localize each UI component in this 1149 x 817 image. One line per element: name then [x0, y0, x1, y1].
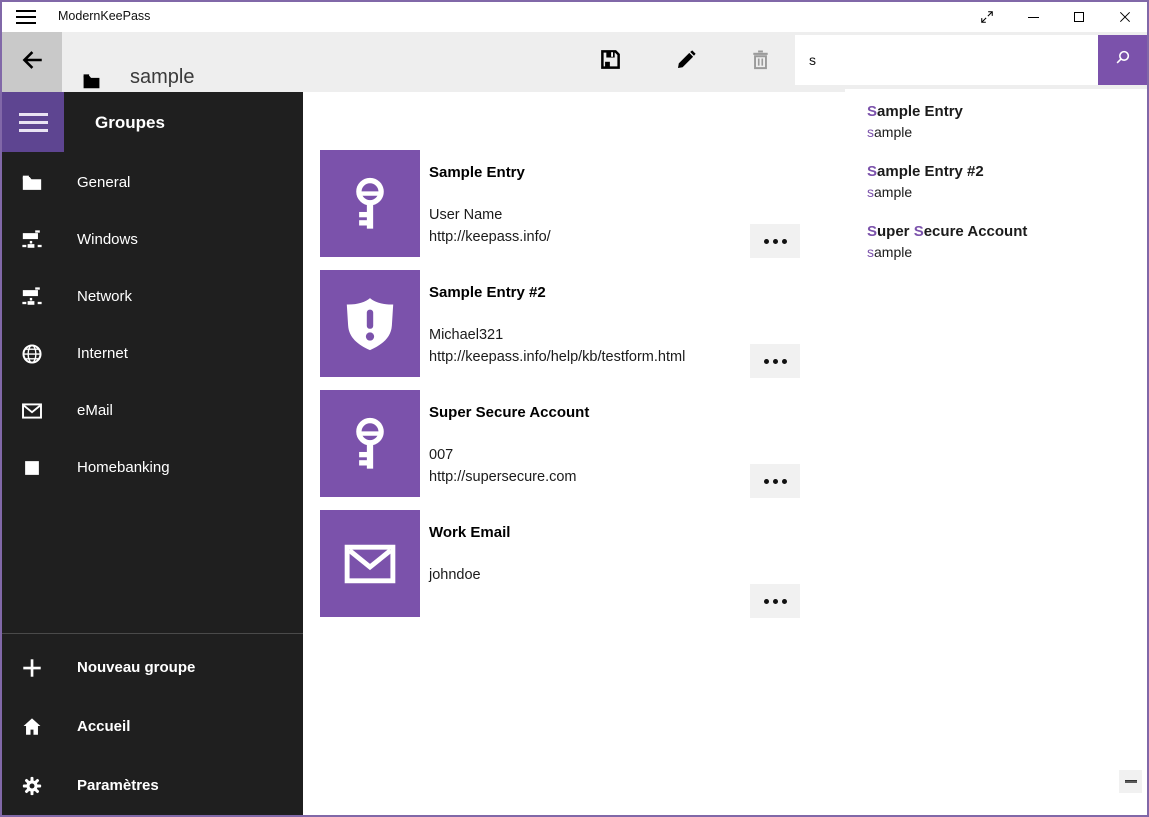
- maximize-button[interactable]: [1056, 2, 1102, 32]
- entry-title: Super Secure Account: [429, 403, 589, 423]
- titlebar: ModernKeePass: [2, 2, 1147, 32]
- sidebar-action-nouveau-groupe[interactable]: Nouveau groupe: [2, 638, 303, 697]
- sidebar-action-accueil[interactable]: Accueil: [2, 697, 303, 756]
- square-icon: [21, 457, 43, 479]
- globe-icon: [21, 343, 43, 365]
- sidebar-group-email[interactable]: eMail: [2, 382, 303, 439]
- suggestion-subtitle: sample: [867, 242, 1147, 262]
- entry-username: 007: [429, 445, 453, 465]
- entry-url: http://keepass.info/help/kb/testform.htm…: [429, 347, 685, 367]
- network-icon: [21, 286, 43, 308]
- app-window: ModernKeePass sample: [0, 0, 1149, 817]
- edit-button[interactable]: [662, 38, 710, 86]
- sidebar-action-param-tres[interactable]: Paramètres: [2, 756, 303, 815]
- trash-icon: [749, 48, 772, 76]
- suggestion-subtitle: sample: [867, 182, 1147, 202]
- key-icon: [341, 415, 399, 473]
- fullscreen-icon: [980, 10, 994, 24]
- entry-username: Michael321: [429, 325, 503, 345]
- sidebar-group-network[interactable]: Network: [2, 268, 303, 325]
- sidebar-item-label: Accueil: [77, 718, 130, 735]
- suggestion-title: Sample Entry #2: [867, 162, 1147, 182]
- search-suggestion[interactable]: Sample Entry sample: [867, 102, 1147, 142]
- sidebar-item-label: Paramètres: [77, 777, 159, 794]
- sidebar-item-label: Internet: [77, 345, 128, 362]
- key-icon: [341, 175, 399, 233]
- entry-title: Sample Entry: [429, 163, 525, 183]
- back-arrow-icon: [19, 47, 45, 78]
- sidebar-item-label: Nouveau groupe: [77, 659, 195, 676]
- minimize-button[interactable]: [1010, 2, 1056, 32]
- minimize-icon: [1028, 17, 1039, 18]
- delete-button[interactable]: [736, 38, 784, 86]
- gear-icon: [21, 775, 43, 797]
- entry-url: http://supersecure.com: [429, 467, 577, 487]
- envelope-icon: [342, 536, 398, 592]
- search-icon: [1113, 48, 1132, 72]
- zoom-out-button[interactable]: [1119, 770, 1142, 793]
- sidebar-group-homebanking[interactable]: Homebanking: [2, 439, 303, 496]
- sidebar: Groupes General Windows Network Internet…: [2, 92, 303, 815]
- search-suggestion[interactable]: Super Secure Account sample: [867, 222, 1147, 262]
- entry-url: http://keepass.info/: [429, 227, 551, 247]
- suggestion-title: Sample Entry: [867, 102, 1147, 122]
- sidebar-divider: [2, 633, 303, 634]
- more-button[interactable]: [750, 464, 800, 498]
- sidebar-item-label: General: [77, 174, 130, 191]
- folder-icon: [21, 172, 43, 194]
- maximize-icon: [1074, 12, 1084, 22]
- more-button[interactable]: [750, 584, 800, 618]
- hamburger-icon: [19, 113, 48, 132]
- groups-heading: Groupes: [95, 113, 165, 133]
- entry-tile: [320, 270, 420, 377]
- suggestion-subtitle: sample: [867, 122, 1147, 142]
- sidebar-groups: General Windows Network Internet eMail H…: [2, 154, 303, 496]
- envelope-icon: [21, 400, 43, 422]
- entry-row[interactable]: Work Email johndoe: [320, 510, 830, 617]
- close-icon: [1118, 10, 1132, 24]
- plus-icon: [21, 657, 43, 679]
- titlebar-hamburger-icon[interactable]: [16, 10, 36, 24]
- search-input[interactable]: [795, 35, 1098, 85]
- entry-row[interactable]: Sample Entry User Name http://keepass.in…: [320, 150, 830, 257]
- app-title: ModernKeePass: [58, 9, 150, 23]
- search-suggestion[interactable]: Sample Entry #2 sample: [867, 162, 1147, 202]
- suggestion-title: Super Secure Account: [867, 222, 1147, 242]
- more-button[interactable]: [750, 344, 800, 378]
- sidebar-item-label: Windows: [77, 231, 138, 248]
- save-button[interactable]: [586, 38, 634, 86]
- more-button[interactable]: [750, 224, 800, 258]
- sidebar-group-internet[interactable]: Internet: [2, 325, 303, 382]
- entry-title: Sample Entry #2: [429, 283, 546, 303]
- entry-tile: [320, 150, 420, 257]
- entry-username: User Name: [429, 205, 502, 225]
- entry-tile: [320, 390, 420, 497]
- entry-tile: [320, 510, 420, 617]
- appbar: sample: [2, 32, 1147, 92]
- search-suggestions: Sample Entry sample Sample Entry #2 samp…: [845, 89, 1147, 292]
- entry-username: johndoe: [429, 565, 481, 585]
- shield-alert-icon: [338, 292, 402, 356]
- sidebar-actions: Nouveau groupe Accueil Paramètres: [2, 638, 303, 815]
- home-icon: [21, 716, 43, 738]
- entry-title: Work Email: [429, 523, 510, 543]
- sidebar-item-label: eMail: [77, 402, 113, 419]
- sidebar-hamburger-button[interactable]: [2, 92, 64, 152]
- sidebar-group-general[interactable]: General: [2, 154, 303, 211]
- pencil-icon: [674, 48, 698, 77]
- close-button[interactable]: [1102, 2, 1148, 32]
- network-icon: [21, 229, 43, 251]
- database-title: sample: [130, 66, 194, 89]
- sidebar-item-label: Homebanking: [77, 459, 170, 476]
- search-button[interactable]: [1098, 35, 1147, 85]
- sidebar-group-windows[interactable]: Windows: [2, 211, 303, 268]
- fullscreen-button[interactable]: [964, 2, 1010, 32]
- save-icon: [598, 47, 623, 77]
- entry-row[interactable]: Sample Entry #2 Michael321 http://keepas…: [320, 270, 830, 377]
- minus-icon: [1125, 780, 1137, 783]
- entry-row[interactable]: Super Secure Account 007 http://supersec…: [320, 390, 830, 497]
- back-button[interactable]: [2, 32, 62, 92]
- sidebar-item-label: Network: [77, 288, 132, 305]
